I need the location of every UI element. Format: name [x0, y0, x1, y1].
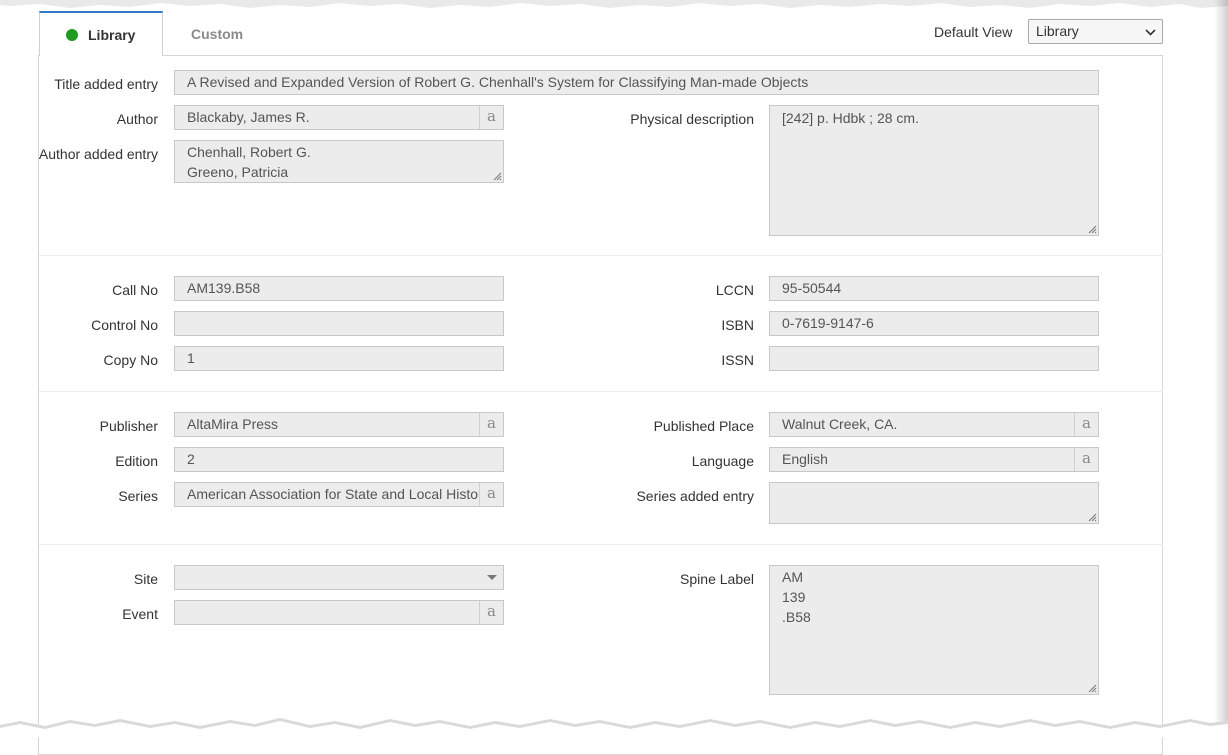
label-physical-description: Physical description: [630, 111, 754, 127]
tab-library-label: Library: [88, 26, 136, 43]
event-lookup-icon[interactable]: a: [479, 601, 503, 624]
call-no-field[interactable]: AM139.B58: [174, 276, 504, 301]
author-field[interactable]: Blackaby, James R. a: [174, 105, 504, 130]
spine-label-field[interactable]: AM 139 .B58: [769, 565, 1099, 695]
author-added-entry-field[interactable]: Chenhall, Robert G. Greeno, Patricia: [174, 140, 504, 183]
publisher-field[interactable]: AltaMira Press a: [174, 412, 504, 437]
published-place-field[interactable]: Walnut Creek, CA. a: [769, 412, 1099, 437]
default-view-select[interactable]: Library: [1028, 19, 1163, 44]
author-added-entry-line: Chenhall, Robert G.: [187, 144, 311, 160]
label-copy-no: Copy No: [103, 352, 158, 368]
label-control-no: Control No: [91, 317, 158, 333]
tab-library[interactable]: Library: [39, 11, 163, 56]
publisher-value: AltaMira Press: [187, 416, 279, 432]
label-edition: Edition: [115, 453, 158, 469]
issn-field[interactable]: [769, 346, 1099, 371]
resize-grip-icon[interactable]: [1087, 512, 1097, 522]
label-spine-label: Spine Label: [680, 571, 754, 587]
section-divider: [39, 391, 1163, 392]
edition-field[interactable]: 2: [174, 447, 504, 472]
copy-no-field[interactable]: 1: [174, 346, 504, 371]
label-series: Series: [118, 488, 158, 504]
spine-label-line: .B58: [782, 609, 811, 625]
label-title-added-entry: Title added entry: [54, 76, 158, 92]
label-series-added-entry: Series added entry: [636, 488, 754, 504]
label-published-place: Published Place: [653, 418, 754, 434]
tab-custom[interactable]: Custom: [191, 11, 243, 56]
section-divider: [39, 255, 1163, 256]
event-field[interactable]: a: [174, 600, 504, 625]
label-event: Event: [122, 606, 158, 622]
author-lookup-icon[interactable]: a: [479, 106, 503, 129]
label-isbn: ISBN: [721, 317, 754, 333]
resize-grip-icon[interactable]: [1087, 683, 1097, 693]
label-language: Language: [691, 453, 754, 469]
published-place-lookup-icon[interactable]: a: [1074, 413, 1098, 436]
language-value: English: [782, 451, 828, 467]
label-lccn: LCCN: [715, 282, 754, 298]
label-author-added-entry: Author added entry: [38, 146, 158, 162]
language-lookup-icon[interactable]: a: [1074, 448, 1098, 471]
label-issn: ISSN: [721, 352, 754, 368]
author-added-entry-line: Greeno, Patricia: [187, 164, 289, 180]
control-no-field[interactable]: [174, 311, 504, 336]
chevron-down-icon: [1145, 24, 1156, 47]
active-status-dot: [66, 28, 78, 41]
site-select[interactable]: [174, 565, 504, 590]
series-field[interactable]: American Association for State and Local…: [174, 482, 504, 507]
label-author: Author: [116, 111, 158, 127]
torn-edge-top: [0, 0, 1228, 8]
resize-grip-icon[interactable]: [1087, 224, 1097, 234]
page-shadow: [1214, 0, 1228, 737]
author-value: Blackaby, James R.: [187, 109, 310, 125]
spine-label-line: 139: [782, 589, 806, 605]
physical-description-field[interactable]: [242] p. Hdbk ; 28 cm.: [769, 105, 1099, 236]
title-added-entry-field[interactable]: A Revised and Expanded Version of Robert…: [174, 70, 1099, 95]
series-lookup-icon[interactable]: a: [479, 483, 503, 506]
resize-grip-icon[interactable]: [492, 171, 502, 181]
language-field[interactable]: English a: [769, 447, 1099, 472]
lccn-field[interactable]: 95-50544: [769, 276, 1099, 301]
tab-custom-label: Custom: [191, 25, 244, 42]
physical-description-value: [242] p. Hdbk ; 28 cm.: [782, 110, 919, 126]
default-view-value: Library: [1036, 23, 1079, 39]
default-view-label: Default View: [934, 24, 1013, 40]
label-site: Site: [133, 571, 158, 587]
series-added-entry-field[interactable]: [769, 482, 1099, 524]
label-publisher: Publisher: [99, 418, 158, 434]
series-value: American Association for State and Local…: [187, 486, 490, 502]
isbn-field[interactable]: 0-7619-9147-6: [769, 311, 1099, 336]
published-place-value: Walnut Creek, CA.: [782, 416, 898, 432]
section-divider: [39, 544, 1163, 545]
caret-down-icon: [487, 575, 497, 580]
publisher-lookup-icon[interactable]: a: [479, 413, 503, 436]
label-call-no: Call No: [112, 282, 158, 298]
spine-label-line: AM: [782, 569, 803, 585]
